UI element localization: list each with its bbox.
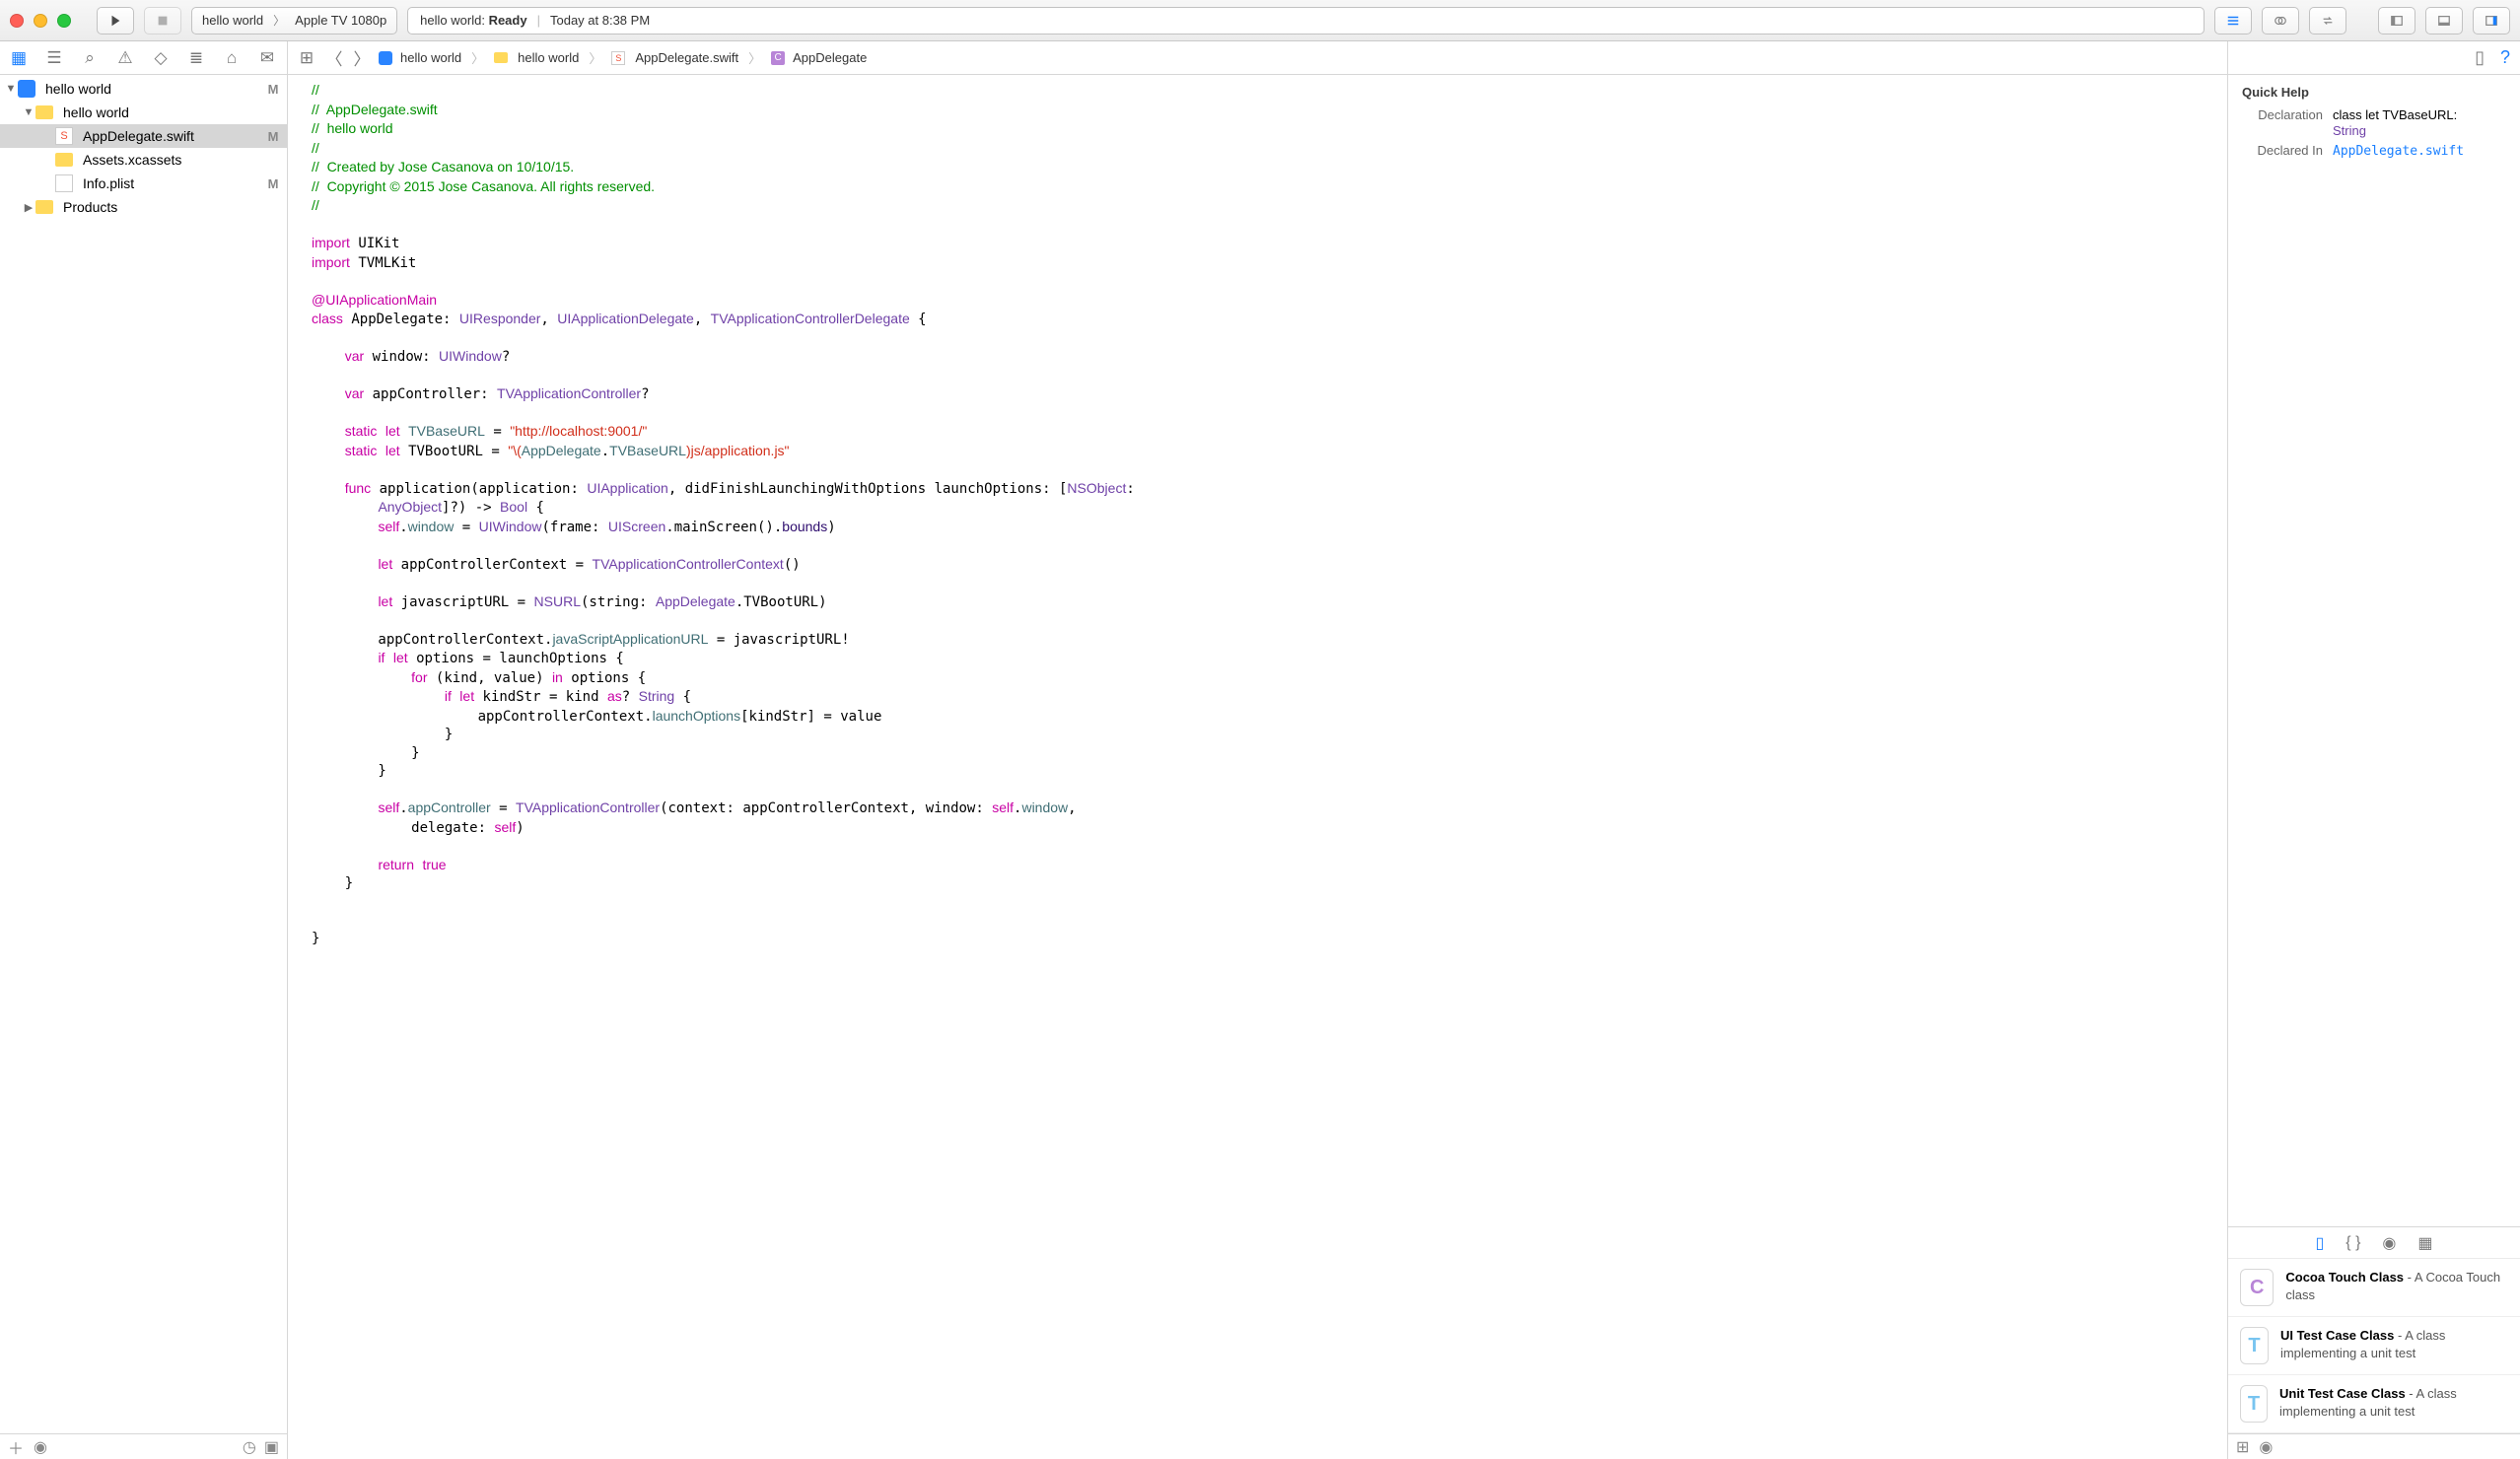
library-view-grid[interactable]: ⊞: [2236, 1437, 2249, 1457]
panel-bottom-icon: [2437, 14, 2451, 28]
declaration-label: Declaration: [2242, 107, 2323, 122]
scheme-target: hello world: [202, 13, 263, 28]
panel-left-icon: [2390, 14, 2404, 28]
toggle-left-panel[interactable]: [2378, 7, 2415, 35]
toggle-bottom-panel[interactable]: [2425, 7, 2463, 35]
library-list[interactable]: C Cocoa Touch Class - A Cocoa Touch clas…: [2228, 1258, 2520, 1433]
plist-icon: [55, 174, 73, 192]
inspector: ▯ ? Quick Help Declaration class let TVB…: [2228, 41, 2520, 1459]
activity-view: hello world: Ready | Today at 8:38 PM: [407, 7, 2205, 35]
add-button[interactable]: ＋: [8, 1435, 24, 1459]
related-items-icon[interactable]: ⊞: [296, 48, 317, 68]
group-row[interactable]: ▼ hello world: [0, 101, 287, 124]
swift-icon: S: [55, 127, 73, 145]
scheme-destination: Apple TV 1080p: [295, 13, 386, 28]
file-row[interactable]: Info.plist M: [0, 172, 287, 195]
declared-in-label: Declared In: [2242, 143, 2323, 158]
navigator-filter-bar: ＋ ◉ ◷ ▣: [0, 1433, 287, 1459]
breakpoint-navigator-tab[interactable]: ⌂: [223, 48, 241, 68]
minimize-window-button[interactable]: [34, 14, 47, 28]
quick-help-title: Quick Help: [2242, 85, 2506, 100]
jump-group[interactable]: hello world: [494, 50, 579, 65]
object-library-tab[interactable]: ◉: [2382, 1233, 2396, 1253]
library-item[interactable]: C Cocoa Touch Class - A Cocoa Touch clas…: [2228, 1259, 2520, 1317]
library-item[interactable]: T UI Test Case Class - A class implement…: [2228, 1317, 2520, 1375]
chevron-right-icon: 〉: [273, 12, 285, 29]
project-root[interactable]: ▼ hello world M: [0, 77, 287, 101]
quick-help-tab[interactable]: ?: [2500, 47, 2510, 68]
jump-bar[interactable]: ⊞ 〈 〉 hello world 〉 hello world 〉 SAppDe…: [288, 41, 2227, 75]
navigator-tabs: ▦ ☰ ⌕ ⚠ ◇ ≣ ⌂ ✉: [0, 41, 287, 75]
zoom-window-button[interactable]: [57, 14, 71, 28]
jump-project[interactable]: hello world: [379, 50, 461, 65]
recent-filter[interactable]: ◷: [243, 1437, 256, 1457]
lines-icon: [2226, 14, 2240, 28]
activity-prefix: hello world:: [420, 13, 485, 28]
project-icon: [18, 80, 35, 98]
toggle-right-panel[interactable]: [2473, 7, 2510, 35]
file-inspector-tab[interactable]: ▯: [2475, 47, 2485, 68]
library-filter[interactable]: ◉: [2259, 1437, 2273, 1457]
navigator: ▦ ☰ ⌕ ⚠ ◇ ≣ ⌂ ✉ ▼ hello world M ▼ hello …: [0, 41, 288, 1459]
scheme-selector[interactable]: hello world 〉 Apple TV 1080p: [191, 7, 397, 35]
jump-file[interactable]: SAppDelegate.swift: [611, 50, 738, 65]
library-item[interactable]: T Unit Test Case Class - A class impleme…: [2228, 1375, 2520, 1433]
report-navigator-tab[interactable]: ✉: [258, 48, 276, 68]
search-navigator-tab[interactable]: ⌕: [81, 48, 99, 68]
class-icon: C: [2240, 1269, 2274, 1306]
play-icon: [108, 14, 122, 28]
rings-icon: [2274, 14, 2287, 28]
library-tabs: ▯ { } ◉ ▦: [2228, 1226, 2520, 1258]
project-tree[interactable]: ▼ hello world M ▼ hello world S AppDeleg…: [0, 75, 287, 1433]
run-button[interactable]: [97, 7, 134, 35]
issue-navigator-tab[interactable]: ⚠: [116, 48, 134, 68]
editor: ⊞ 〈 〉 hello world 〉 hello world 〉 SAppDe…: [288, 41, 2228, 1459]
inspector-tabs: ▯ ?: [2228, 41, 2520, 75]
close-window-button[interactable]: [10, 14, 24, 28]
folder-icon: [35, 105, 53, 119]
stop-button[interactable]: [144, 7, 181, 35]
products-row[interactable]: ▶ Products: [0, 195, 287, 219]
filter-menu[interactable]: ◉: [34, 1437, 47, 1457]
test-navigator-tab[interactable]: ◇: [152, 48, 170, 68]
standard-editor-button[interactable]: [2214, 7, 2252, 35]
declaration-value: class let TVBaseURL:String: [2333, 107, 2457, 139]
declared-in-link[interactable]: AppDelegate.swift: [2333, 144, 2464, 159]
file-template-library-tab[interactable]: ▯: [2315, 1233, 2324, 1253]
assistant-editor-button[interactable]: [2262, 7, 2299, 35]
version-editor-button[interactable]: [2309, 7, 2346, 35]
folder-icon: [35, 200, 53, 214]
activity-time: Today at 8:38 PM: [550, 13, 650, 28]
test-icon: T: [2240, 1385, 2268, 1423]
code-area[interactable]: // // AppDelegate.swift // hello world /…: [288, 75, 2227, 1459]
stop-icon: [156, 14, 170, 28]
traffic-lights: [10, 14, 71, 28]
forward-button[interactable]: 〉: [351, 45, 373, 70]
jump-symbol[interactable]: CAppDelegate: [771, 50, 867, 65]
media-library-tab[interactable]: ▦: [2417, 1233, 2432, 1253]
activity-status: Ready: [489, 13, 527, 28]
arrows-icon: [2321, 14, 2335, 28]
assets-icon: [55, 153, 73, 167]
panel-right-icon: [2485, 14, 2498, 28]
debug-navigator-tab[interactable]: ≣: [187, 48, 205, 68]
code-snippet-library-tab[interactable]: { }: [2345, 1234, 2360, 1252]
titlebar: hello world 〉 Apple TV 1080p hello world…: [0, 0, 2520, 41]
scm-filter[interactable]: ▣: [264, 1437, 279, 1457]
file-row[interactable]: Assets.xcassets: [0, 148, 287, 172]
symbol-navigator-tab[interactable]: ☰: [45, 48, 63, 68]
file-row[interactable]: S AppDelegate.swift M: [0, 124, 287, 148]
back-button[interactable]: 〈: [323, 45, 345, 70]
library-filter-bar: ⊞ ◉: [2228, 1433, 2520, 1459]
test-icon: T: [2240, 1327, 2269, 1364]
project-navigator-tab[interactable]: ▦: [10, 48, 28, 68]
